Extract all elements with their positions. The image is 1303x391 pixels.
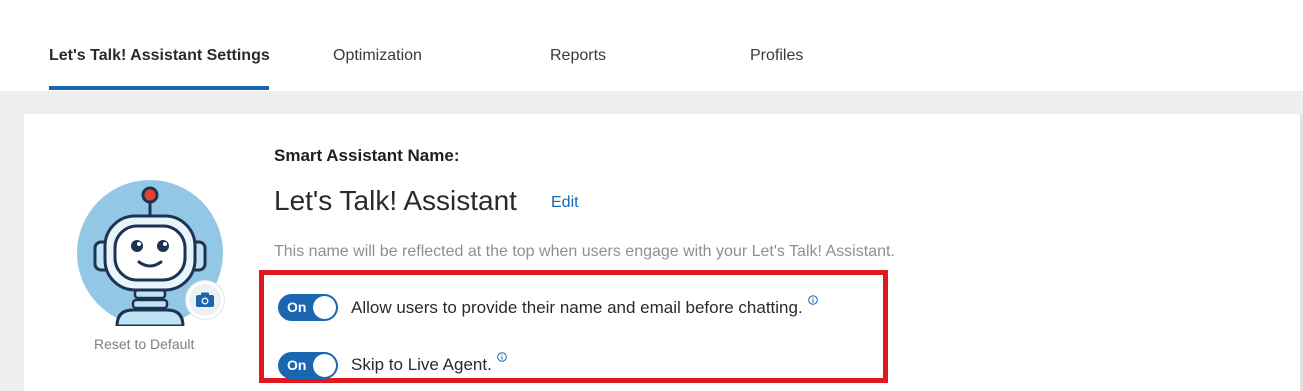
name-help-text: This name will be reflected at the top w…: [274, 243, 895, 260]
toggle-knob: [313, 354, 336, 377]
collect-user-info-label: Allow users to provide their name and em…: [351, 298, 803, 317]
change-avatar-button[interactable]: [186, 281, 224, 319]
assistant-name: Let's Talk! Assistant: [274, 185, 517, 216]
skip-to-live-agent-setting: Skip to Live Agent.: [351, 352, 507, 375]
assistant-name-label: Smart Assistant Name:: [274, 146, 460, 165]
info-icon[interactable]: [807, 290, 818, 305]
active-tab-indicator: [49, 86, 269, 90]
reset-to-default-link[interactable]: Reset to Default: [94, 336, 194, 352]
collect-user-info-toggle[interactable]: On: [278, 294, 338, 321]
tab-assistant-settings[interactable]: Let's Talk! Assistant Settings: [49, 47, 270, 65]
tab-bar: Let's Talk! Assistant Settings Optimizat…: [0, 0, 1303, 91]
skip-to-live-agent-toggle[interactable]: On: [278, 352, 338, 379]
tab-reports[interactable]: Reports: [550, 47, 606, 65]
toggle-state-text: On: [287, 357, 307, 373]
collect-user-info-setting: Allow users to provide their name and em…: [351, 295, 818, 318]
toggle-knob: [313, 296, 336, 319]
tab-optimization[interactable]: Optimization: [333, 47, 422, 65]
skip-to-live-agent-label: Skip to Live Agent.: [351, 355, 492, 374]
tab-profiles[interactable]: Profiles: [750, 47, 803, 65]
camera-icon: [196, 292, 214, 307]
info-icon[interactable]: [497, 347, 507, 362]
toggle-state-text: On: [287, 299, 307, 315]
edit-name-link[interactable]: Edit: [551, 194, 579, 212]
